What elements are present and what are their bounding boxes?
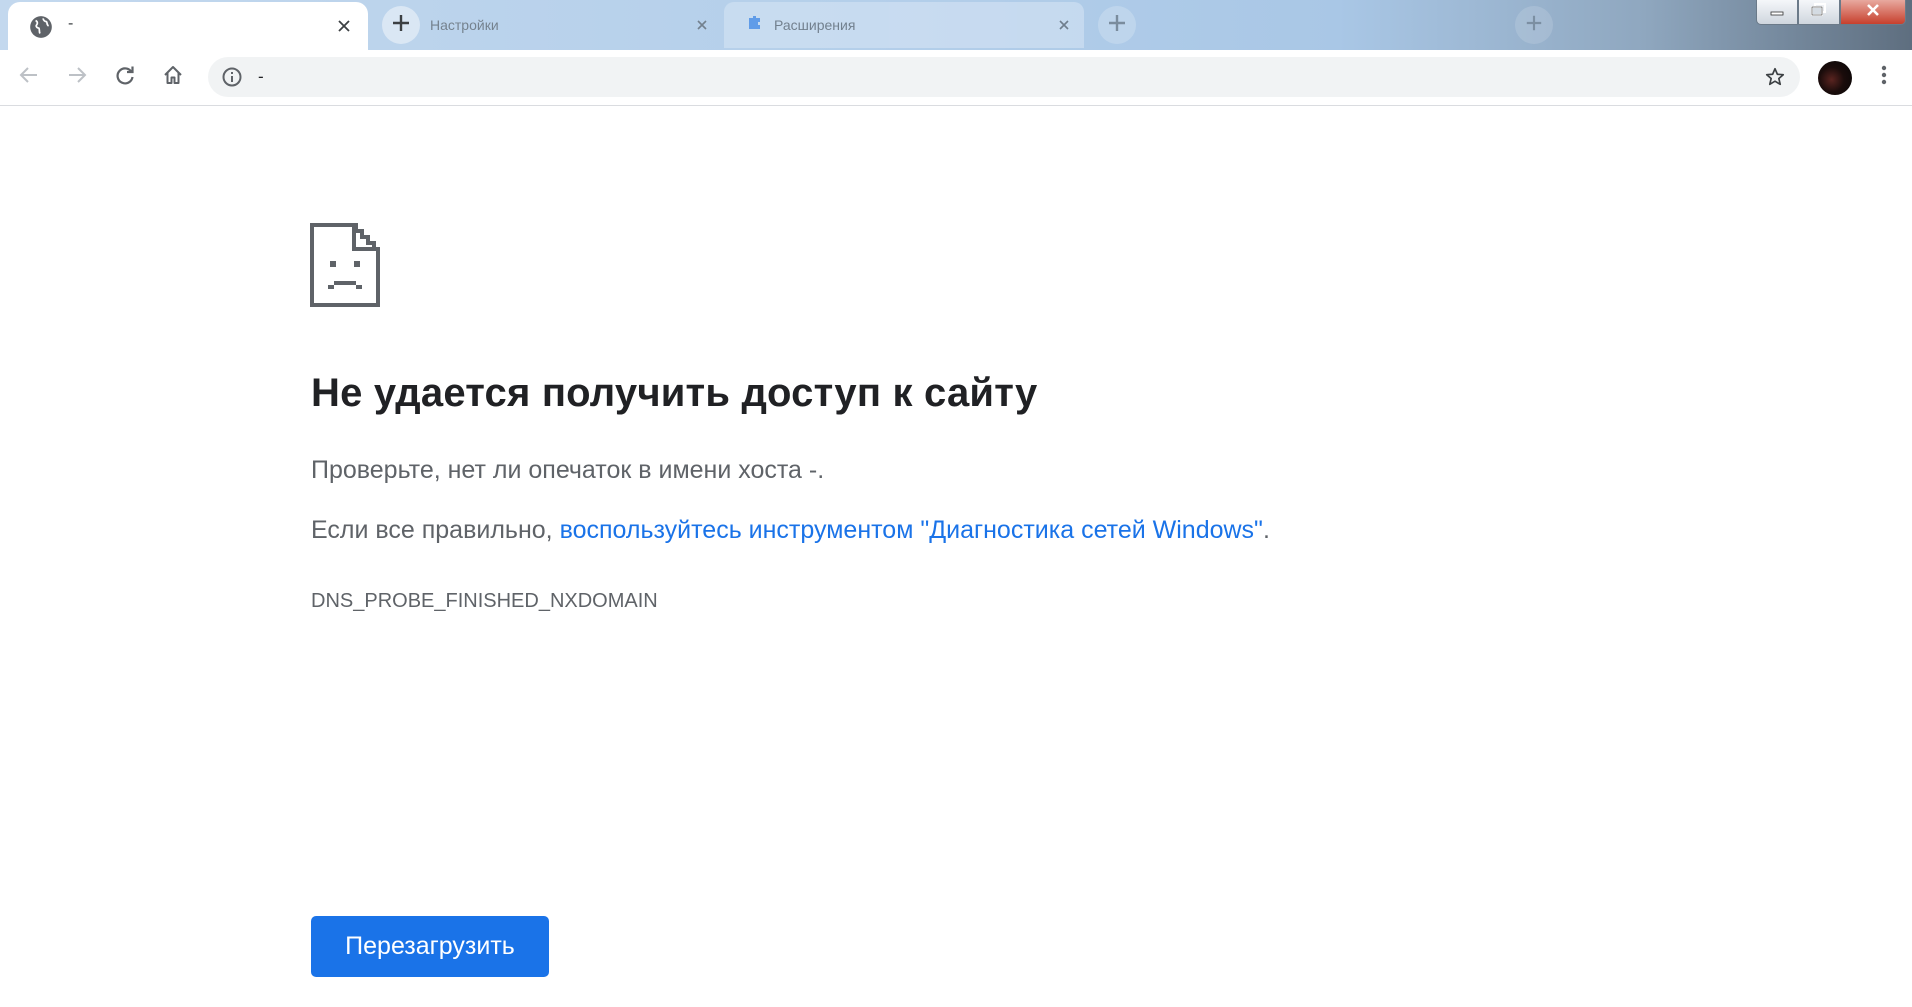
plus-icon bbox=[1525, 14, 1543, 37]
close-icon bbox=[1865, 3, 1881, 22]
close-icon[interactable] bbox=[692, 15, 712, 35]
home-icon bbox=[162, 64, 184, 91]
error-title: Не удается получить доступ к сайту bbox=[311, 371, 1038, 415]
tab-strip: - Настройки Расширения bbox=[0, 0, 1912, 50]
back-button[interactable] bbox=[11, 59, 47, 95]
close-icon[interactable] bbox=[1054, 15, 1074, 35]
address-bar[interactable]: - bbox=[208, 57, 1800, 97]
info-icon[interactable] bbox=[220, 65, 244, 89]
globe-icon bbox=[28, 14, 54, 40]
arrow-left-icon bbox=[18, 64, 40, 91]
error-suggestion: Если все правильно, воспользуйтесь инстр… bbox=[311, 516, 1270, 545]
arrow-right-icon bbox=[66, 64, 88, 91]
home-button[interactable] bbox=[155, 59, 191, 95]
page-content: Не удается получить доступ к сайту Прове… bbox=[0, 106, 1912, 1007]
suggestion-suffix: . bbox=[1262, 516, 1270, 544]
browser-menu-button[interactable] bbox=[1866, 59, 1902, 95]
close-window-button[interactable] bbox=[1840, 0, 1906, 25]
error-code: DNS_PROBE_FINISHED_NXDOMAIN bbox=[311, 590, 658, 612]
network-diagnostics-link[interactable]: воспользуйтесь инструментом "Диагностика… bbox=[560, 516, 1263, 544]
tab-extensions[interactable]: Расширения bbox=[724, 2, 1084, 48]
window-controls bbox=[1756, 0, 1906, 28]
tab-title: - bbox=[68, 15, 74, 32]
star-icon[interactable] bbox=[1762, 64, 1788, 90]
minimize-button[interactable] bbox=[1756, 0, 1798, 25]
minimize-icon bbox=[1770, 3, 1784, 21]
new-tab-button[interactable] bbox=[382, 6, 420, 44]
reload-icon bbox=[114, 64, 136, 91]
puzzle-icon bbox=[746, 14, 764, 37]
new-tab-button[interactable] bbox=[1098, 6, 1136, 44]
restore-icon bbox=[1811, 2, 1827, 22]
tab-title: Настройки bbox=[430, 17, 499, 33]
new-tab-button[interactable] bbox=[1515, 6, 1553, 44]
tab-active[interactable]: - bbox=[8, 2, 368, 50]
tab-title: Расширения bbox=[774, 17, 856, 33]
tab-background[interactable] bbox=[1160, 2, 1490, 48]
error-hint: Проверьте, нет ли опечаток в имени хоста… bbox=[311, 456, 825, 484]
kebab-menu-icon bbox=[1880, 64, 1888, 91]
plus-icon bbox=[1107, 13, 1127, 38]
tab-settings[interactable]: Настройки bbox=[420, 2, 722, 48]
browser-toolbar: - bbox=[0, 50, 1912, 106]
suggestion-prefix: Если все правильно, bbox=[311, 516, 560, 544]
sad-page-icon bbox=[310, 223, 380, 307]
reload-button[interactable] bbox=[107, 59, 143, 95]
plus-icon bbox=[391, 13, 411, 38]
maximize-button[interactable] bbox=[1798, 0, 1840, 25]
forward-button[interactable] bbox=[59, 59, 95, 95]
avatar[interactable] bbox=[1818, 61, 1852, 95]
url-text[interactable]: - bbox=[258, 67, 264, 87]
close-icon[interactable] bbox=[330, 12, 358, 40]
reload-button[interactable]: Перезагрузить bbox=[311, 916, 549, 977]
